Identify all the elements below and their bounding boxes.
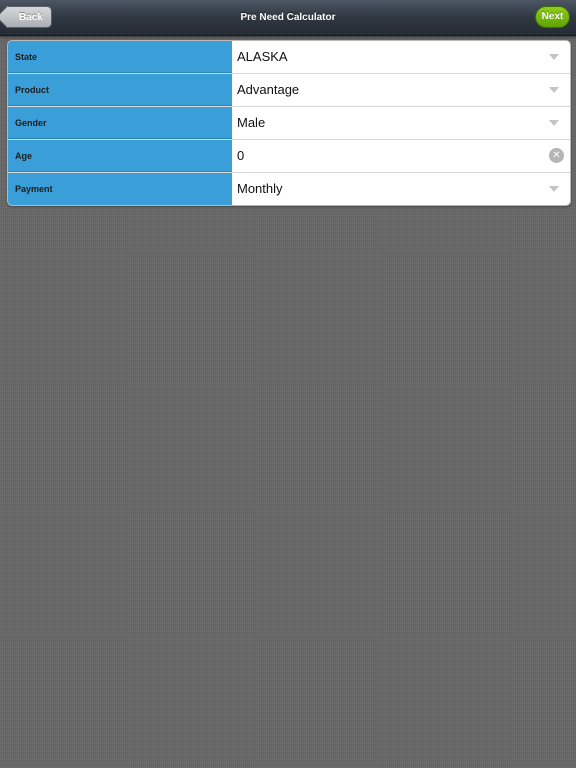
- next-button[interactable]: Next: [535, 6, 570, 28]
- gender-label: Gender: [8, 107, 232, 139]
- form-row-state[interactable]: State ALASKA: [8, 41, 570, 74]
- clear-icon[interactable]: ✕: [549, 148, 564, 163]
- chevron-down-icon[interactable]: [549, 87, 559, 93]
- state-label: State: [8, 41, 232, 73]
- calculator-form: State ALASKA Product Advantage Gender Ma…: [7, 40, 571, 206]
- age-label: Age: [8, 140, 232, 172]
- chevron-down-icon[interactable]: [549, 120, 559, 126]
- payment-label: Payment: [8, 173, 232, 205]
- chevron-down-icon[interactable]: [549, 54, 559, 60]
- form-row-product[interactable]: Product Advantage: [8, 74, 570, 107]
- payment-select[interactable]: Monthly: [237, 173, 540, 205]
- product-select[interactable]: Advantage: [237, 74, 540, 106]
- product-label: Product: [8, 74, 232, 106]
- form-row-payment[interactable]: Payment Monthly: [8, 173, 570, 205]
- navigation-bar: Back Pre Need Calculator Next: [0, 0, 576, 36]
- state-select[interactable]: ALASKA: [237, 41, 540, 73]
- form-row-age[interactable]: Age 0 ✕: [8, 140, 570, 173]
- page-title: Pre Need Calculator: [240, 12, 336, 23]
- age-input[interactable]: 0: [237, 140, 540, 172]
- chevron-down-icon[interactable]: [549, 186, 559, 192]
- form-row-gender[interactable]: Gender Male: [8, 107, 570, 140]
- gender-select[interactable]: Male: [237, 107, 540, 139]
